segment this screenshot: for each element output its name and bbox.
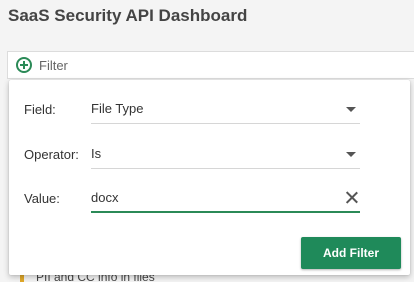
value-input[interactable]: docx (91, 183, 360, 213)
operator-value: Is (91, 146, 102, 161)
add-filter-button[interactable]: Add Filter (301, 237, 401, 269)
filter-panel: Field: File Type Operator: Is Value: doc… (9, 80, 410, 275)
filter-label: Filter (39, 57, 68, 73)
chevron-down-icon[interactable] (346, 107, 356, 112)
value-row: Value: docx (9, 183, 410, 213)
field-row: Field: File Type (9, 94, 410, 124)
field-value: File Type (91, 101, 144, 116)
operator-select[interactable]: Is (91, 139, 360, 169)
operator-label: Operator: (24, 146, 79, 162)
plus-circle-icon[interactable] (16, 57, 32, 73)
operator-row: Operator: Is (9, 139, 410, 169)
page-title: SaaS Security API Dashboard (8, 6, 248, 25)
field-select[interactable]: File Type (91, 94, 360, 124)
close-icon[interactable] (345, 191, 358, 204)
field-label: Field: (24, 101, 56, 117)
filter-bar[interactable]: Filter (7, 51, 414, 79)
chevron-down-icon[interactable] (346, 152, 356, 157)
value-text: docx (91, 189, 119, 205)
value-label: Value: (24, 190, 60, 206)
